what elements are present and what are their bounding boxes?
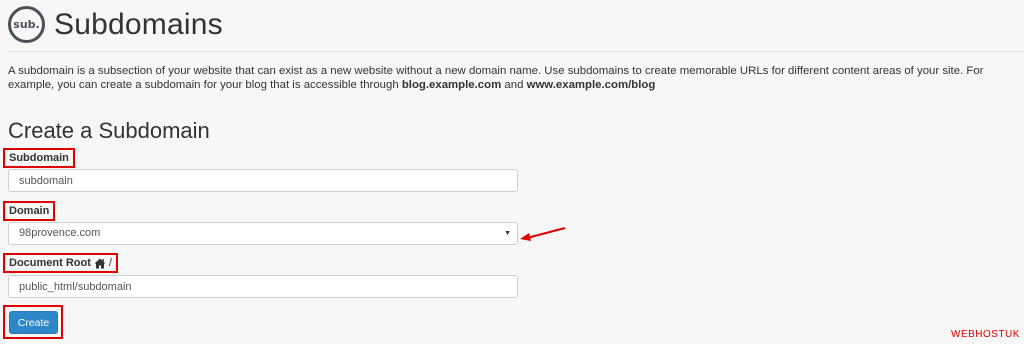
document-root-input[interactable]: public_html/subdomain: [8, 275, 518, 298]
domain-select-value: 98provence.com: [19, 227, 101, 239]
watermark: WEBHOSTUK: [951, 329, 1020, 340]
domain-label-text: Domain: [9, 205, 50, 217]
description-and: and: [501, 78, 527, 91]
domain-select[interactable]: 98provence.com ▼: [8, 222, 518, 245]
create-button[interactable]: Create: [9, 311, 58, 334]
home-icon: [94, 258, 106, 268]
domain-label: Domain: [3, 201, 56, 221]
document-root-label: Document Root /: [3, 253, 118, 273]
subdomain-input[interactable]: subdomain: [8, 169, 518, 192]
caret-down-icon: ▼: [504, 230, 511, 237]
subdomain-input-value: subdomain: [19, 175, 73, 187]
subdomains-icon: sub.: [8, 6, 45, 43]
arrow-icon: [520, 227, 566, 241]
page-description: A subdomain is a subsection of your webs…: [8, 65, 1022, 92]
section-title: Create a Subdomain: [8, 118, 210, 143]
example-blog-subdomain: blog.example.com: [401, 78, 502, 91]
page-header: sub. Subdomains: [8, 6, 223, 43]
page-title: Subdomains: [54, 7, 223, 41]
subdomain-label: Subdomain: [3, 148, 75, 168]
header-divider: [8, 51, 1024, 52]
document-root-label-text: Document Root: [9, 257, 91, 269]
subdomain-label-text: Subdomain: [9, 152, 69, 164]
document-root-slash: /: [108, 257, 112, 269]
document-root-input-value: public_html/subdomain: [19, 281, 132, 293]
example-blog-path: www.example.com/blog: [526, 78, 656, 91]
